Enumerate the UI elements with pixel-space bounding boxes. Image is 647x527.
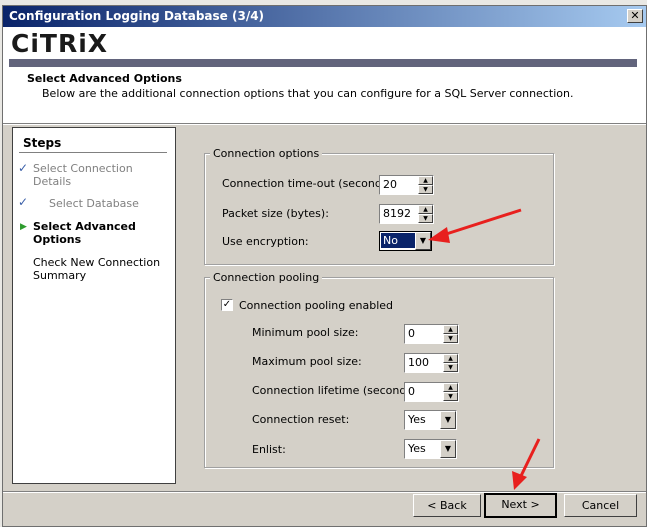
- min-pool-value: 0: [408, 327, 415, 340]
- wizard-window: Configuration Logging Database (3/4) ✕ C…: [2, 5, 647, 527]
- citrix-logo: CiTRiX: [11, 29, 108, 58]
- reset-select[interactable]: Yes ▼: [404, 410, 457, 430]
- enlist-label: Enlist:: [252, 443, 286, 456]
- step-check-summary: Check New Connection Summary: [33, 256, 160, 282]
- back-button[interactable]: < Back: [413, 494, 481, 517]
- min-pool-label: Minimum pool size:: [252, 326, 359, 339]
- reset-value: Yes: [408, 413, 426, 426]
- packet-size-value: 8192: [383, 207, 411, 220]
- spin-up-icon[interactable]: ▲: [443, 354, 458, 363]
- wizard-header: CiTRiX Select Advanced Options Below are…: [3, 27, 646, 124]
- step-label: Select Connection: [33, 162, 133, 175]
- checkmark-icon: ✓: [222, 299, 232, 310]
- lifetime-label: Connection lifetime (seconds):: [252, 384, 421, 397]
- spinner-buttons: ▲ ▼: [443, 383, 458, 401]
- header-divider: [3, 123, 646, 125]
- chevron-down-icon[interactable]: ▼: [415, 232, 431, 250]
- max-pool-spinner[interactable]: 100 ▲ ▼: [404, 353, 459, 373]
- connection-pooling-title: Connection pooling: [210, 271, 323, 284]
- step-select-database: Select Database: [49, 197, 139, 210]
- lifetime-spinner[interactable]: 0 ▲ ▼: [404, 382, 459, 402]
- cancel-button[interactable]: Cancel: [564, 494, 637, 517]
- steps-divider: [19, 152, 167, 153]
- step-label: Details: [33, 175, 72, 188]
- chevron-down-icon[interactable]: ▼: [440, 440, 456, 458]
- encryption-value: No: [381, 233, 415, 248]
- spinner-buttons: ▲ ▼: [443, 325, 458, 343]
- brand-bar: [9, 59, 637, 67]
- spin-down-icon[interactable]: ▼: [418, 185, 433, 194]
- steps-title: Steps: [23, 136, 62, 150]
- encryption-select[interactable]: No ▼: [379, 231, 432, 251]
- spin-up-icon[interactable]: ▲: [418, 176, 433, 185]
- page-title: Select Advanced Options: [27, 72, 182, 85]
- step-label: Check New Connection: [33, 256, 161, 269]
- step-select-advanced: Select Advanced Options: [33, 220, 136, 246]
- step-label: Options: [33, 233, 82, 246]
- max-pool-value: 100: [408, 356, 429, 369]
- spinner-buttons: ▲ ▼: [443, 354, 458, 372]
- packet-size-spinner[interactable]: 8192 ▲ ▼: [379, 204, 434, 224]
- pooling-enabled-label[interactable]: Connection pooling enabled: [239, 299, 393, 312]
- lifetime-value: 0: [408, 385, 415, 398]
- spin-up-icon[interactable]: ▲: [443, 383, 458, 392]
- spin-up-icon[interactable]: ▲: [418, 205, 433, 214]
- step-select-connection: Select Connection Details: [33, 162, 133, 188]
- step-label: Select Database: [49, 197, 139, 210]
- spin-down-icon[interactable]: ▼: [443, 392, 458, 401]
- reset-label: Connection reset:: [252, 413, 350, 426]
- step-done-check-icon: ✓: [18, 161, 29, 175]
- spinner-buttons: ▲ ▼: [418, 205, 433, 223]
- step-done-check-icon: ✓: [18, 195, 29, 209]
- spin-down-icon[interactable]: ▼: [443, 334, 458, 343]
- enlist-value: Yes: [408, 442, 426, 455]
- logo-text: CiTRiX: [11, 29, 109, 58]
- close-icon: ✕: [630, 9, 640, 22]
- page-subtitle: Below are the additional connection opti…: [42, 87, 574, 100]
- encryption-label: Use encryption:: [222, 235, 309, 248]
- steps-panel: Steps ✓ Select Connection Details ✓ Sele…: [12, 127, 176, 484]
- chevron-down-icon[interactable]: ▼: [440, 411, 456, 429]
- pooling-enabled-checkbox[interactable]: ✓: [221, 299, 233, 311]
- min-pool-spinner[interactable]: 0 ▲ ▼: [404, 324, 459, 344]
- spin-down-icon[interactable]: ▼: [443, 363, 458, 372]
- max-pool-label: Maximum pool size:: [252, 355, 362, 368]
- packet-size-label: Packet size (bytes):: [222, 207, 329, 220]
- title-bar[interactable]: Configuration Logging Database (3/4) ✕: [3, 6, 646, 27]
- spinner-buttons: ▲ ▼: [418, 176, 433, 194]
- timeout-label: Connection time-out (seconds):: [222, 177, 396, 190]
- timeout-spinner[interactable]: 20 ▲ ▼: [379, 175, 434, 195]
- spin-down-icon[interactable]: ▼: [418, 214, 433, 223]
- current-step-arrow-icon: ▶: [20, 222, 27, 232]
- step-label: Summary: [33, 269, 87, 282]
- connection-options-title: Connection options: [210, 147, 323, 160]
- enlist-select[interactable]: Yes ▼: [404, 439, 457, 459]
- close-button[interactable]: ✕: [627, 9, 643, 23]
- spin-up-icon[interactable]: ▲: [443, 325, 458, 334]
- next-button[interactable]: Next >: [484, 493, 557, 518]
- window-title: Configuration Logging Database (3/4): [9, 9, 265, 23]
- timeout-value: 20: [383, 178, 397, 191]
- step-label: Select Advanced: [33, 220, 136, 233]
